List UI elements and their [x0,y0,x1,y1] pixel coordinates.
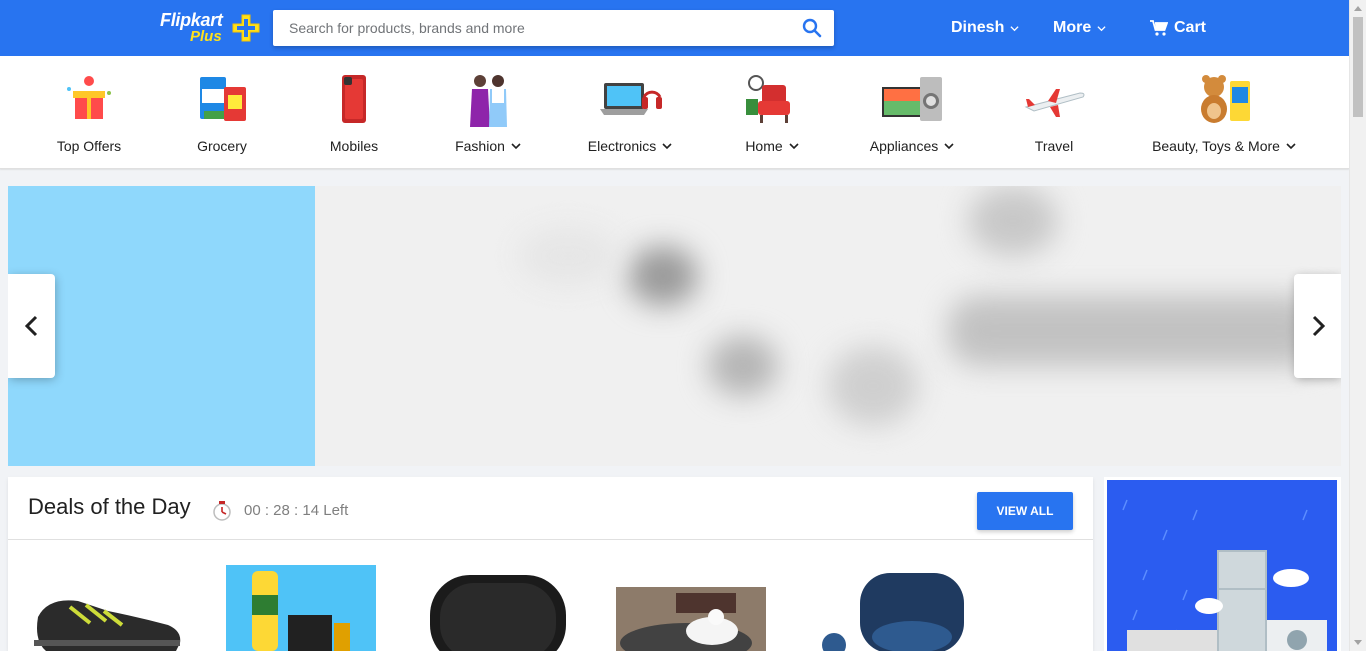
view-all-button[interactable]: VIEW ALL [977,492,1073,530]
deodorant-icon [252,571,350,651]
chevron-down-icon [662,143,672,150]
banner-next-button[interactable] [1294,274,1341,378]
pet-bed-product[interactable] [616,587,766,651]
earbuds-icon[interactable] [812,573,972,651]
search-icon[interactable] [802,18,822,38]
chevron-down-icon [1286,143,1296,150]
ad-image [1107,480,1337,651]
category-travel[interactable]: Travel [1014,56,1094,169]
category-appliances[interactable]: Appliances [862,56,962,169]
category-fashion[interactable]: Fashion [446,56,530,169]
category-beauty-toys-more[interactable]: Beauty, Toys & More [1148,56,1300,169]
cart-label: Cart [1174,19,1207,36]
deal-timer: 00 : 28 : 14 Left [244,502,349,519]
fashion-icon [470,75,507,127]
user-menu[interactable]: Dinesh [951,0,1019,56]
flipkart-logo[interactable]: Flipkart Plus [160,10,262,46]
airplane-icon [1024,89,1085,117]
chevron-down-icon [511,143,521,150]
user-name: Dinesh [951,19,1005,36]
banner-blur-shape [628,246,698,306]
armchair-icon [746,75,790,123]
scroll-up-arrow[interactable] [1354,6,1362,11]
category-label: Grocery [197,138,247,154]
divider [8,539,1093,540]
banner-carousel[interactable] [8,186,1341,466]
category-label: Mobiles [329,138,379,154]
more-menu[interactable]: More [1053,0,1106,56]
banner-prev-button[interactable] [8,274,55,378]
top-header: Flipkart Plus Dinesh More Cart [0,0,1349,56]
banner-blur-shape [828,346,918,426]
speaker-icon[interactable] [420,573,570,651]
scroll-thumb[interactable] [1353,17,1363,117]
clock-icon [213,501,231,521]
mobile-phone-icon [342,75,366,123]
category-label: Top Offers [56,138,122,154]
category-top-offers[interactable]: Top Offers [48,56,130,169]
chevron-left-icon [24,315,37,337]
search-bar [273,10,834,46]
category-label: Appliances [869,138,939,154]
banner-blur-shape [948,296,1328,366]
chevron-down-icon [944,143,954,150]
side-advertisement[interactable] [1104,477,1341,651]
chevron-down-icon [1097,25,1106,31]
category-label: Home [745,138,783,154]
chevron-down-icon [789,143,799,150]
category-label: Beauty, Toys & More [1152,138,1280,154]
banner-blur-shape [708,336,778,396]
gift-icon [67,76,111,119]
search-input[interactable] [273,10,788,46]
laptop-icon [600,83,662,115]
category-nav: Top Offers Grocery Mobiles Fashion Elect… [0,56,1349,169]
cart-icon [1150,20,1168,36]
appliance-ad-icon [1122,499,1327,651]
sneaker-icon[interactable] [30,587,190,651]
teddy-bear-icon [1201,75,1250,123]
grocery-icon [200,77,246,121]
more-label: More [1053,19,1092,36]
cart-button[interactable]: Cart [1150,0,1206,56]
logo-subtext: Plus [190,28,222,45]
appliances-icon [882,77,942,121]
chevron-right-icon [1312,315,1325,337]
category-grocery[interactable]: Grocery [182,56,262,169]
category-label: Electronics [587,138,657,154]
banner-blur-shape [968,186,1058,256]
category-mobiles[interactable]: Mobiles [314,56,394,169]
category-label: Travel [1034,138,1074,154]
chevron-down-icon [1010,25,1019,31]
category-electronics[interactable]: Electronics [580,56,680,169]
category-home[interactable]: Home [730,56,814,169]
plus-logo-icon [232,14,260,42]
banner-blur-shape [518,226,618,286]
deodorant-product[interactable] [226,565,376,651]
section-title: Deals of the Day [28,494,191,519]
page-scrollbar[interactable] [1349,0,1366,651]
category-label: Fashion [455,138,505,154]
pet-bed-icon [620,593,752,651]
deals-of-the-day: Deals of the Day 00 : 28 : 14 Left VIEW … [8,477,1093,651]
scroll-down-arrow[interactable] [1354,640,1362,645]
